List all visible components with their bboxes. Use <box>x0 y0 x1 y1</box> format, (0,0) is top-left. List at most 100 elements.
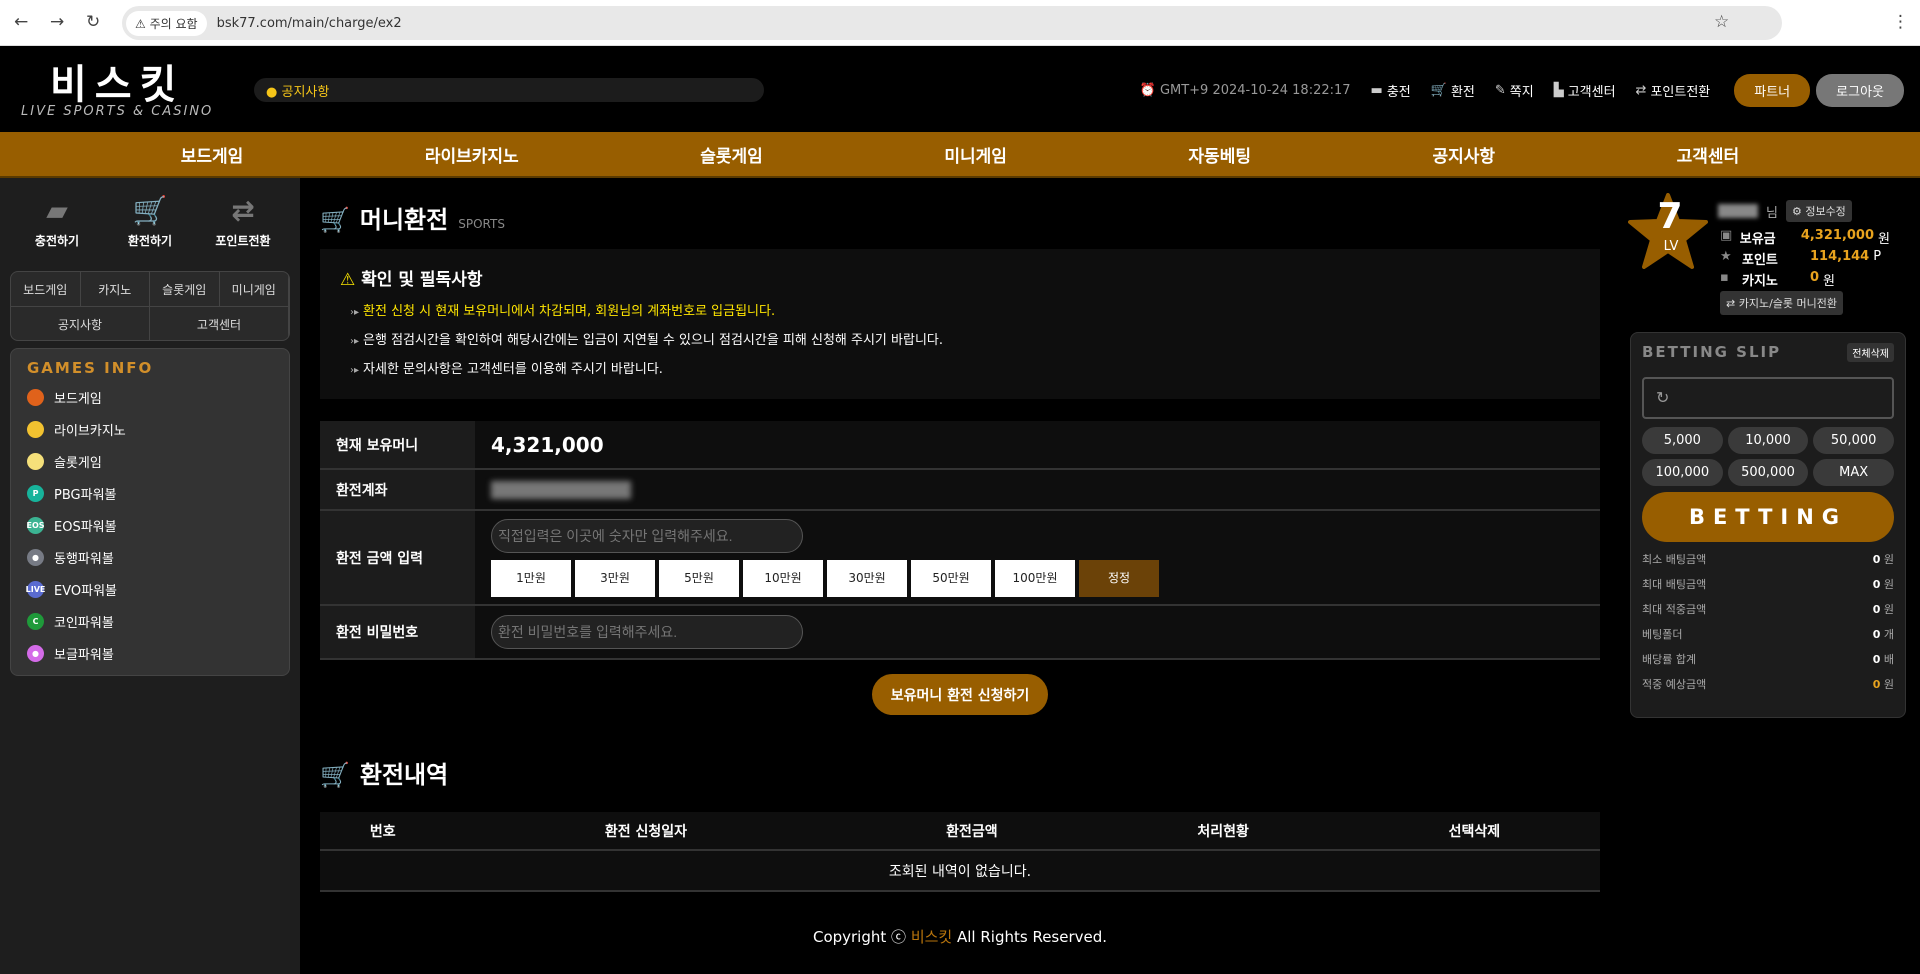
bet-chip-button[interactable]: 10,000 <box>1727 427 1809 454</box>
game-icon <box>27 388 44 406</box>
game-item[interactable]: LIVE EVO파워볼 <box>11 573 289 605</box>
summary-label: 베팅폴더 <box>1642 628 1683 641</box>
game-item[interactable]: ● 동행파워볼 <box>11 541 289 573</box>
header-link-message[interactable]: ✎ 쪽지 <box>1495 81 1534 100</box>
summary-value: 0 배 <box>1873 651 1894 667</box>
summary-unit: 개 <box>1883 628 1894 641</box>
reload-button[interactable]: ↻ <box>86 12 100 32</box>
reset-amount-button[interactable]: 정정 <box>1079 559 1159 597</box>
wallet-icon: ▰ <box>46 194 68 227</box>
quick-exchange[interactable]: 🛒 환전하기 <box>105 194 195 249</box>
game-label: 보글파워볼 <box>54 647 114 663</box>
clear-all-button[interactable]: 전체삭제 <box>1847 343 1894 362</box>
wallet-unit: 원 <box>1878 232 1890 247</box>
address-bar[interactable]: ⚠ 주의 요함 bsk77.com/main/charge/ex2 <box>122 6 1782 40</box>
wallet-value: 0 <box>1810 270 1820 285</box>
bet-chip-button[interactable]: 50,000 <box>1813 427 1894 454</box>
header-link-support[interactable]: ▙ 고객센터 <box>1554 81 1616 100</box>
bet-chip-button[interactable]: 5,000 <box>1642 427 1723 454</box>
link-label: 고객센터 <box>1567 85 1616 100</box>
amount-label: 환전 금액 입력 <box>320 510 475 606</box>
site-logo[interactable]: 비스킷 <box>50 52 184 110</box>
nav-board[interactable]: 보드게임 <box>181 142 244 167</box>
quick-charge[interactable]: ▰ 충전하기 <box>12 194 102 249</box>
amount-button[interactable]: 30만원 <box>827 559 907 597</box>
amount-button[interactable]: 50만원 <box>911 559 991 597</box>
slip-amount-input[interactable]: ↻ <box>1642 377 1894 419</box>
betting-button[interactable]: BETTING <box>1642 492 1894 542</box>
link-label: 쪽지 <box>1509 85 1534 100</box>
user-line: 님 ⚙ 정보수정 <box>1718 200 1852 222</box>
wallet-label: 포인트 <box>1742 253 1778 268</box>
nav-notice[interactable]: 공지사항 <box>1433 142 1496 167</box>
refresh-icon[interactable]: ↻ <box>1656 388 1669 407</box>
header-link-charge[interactable]: ▬ 충전 <box>1371 81 1411 100</box>
notice-item: ›▸ 환전 신청 시 현재 보유머니에서 차감되며, 회원님의 계좌번호로 입금됩… <box>350 304 776 319</box>
summary-number: 0 <box>1872 603 1881 616</box>
wallet-balance: ▣ 보유금 4,321,000 원 <box>1720 228 1890 247</box>
wallet-icon: ▪ <box>1720 270 1729 285</box>
cart-icon: 🛒 <box>320 206 350 234</box>
logout-button[interactable]: 로그아웃 <box>1816 74 1904 107</box>
sidebar-tab-notice[interactable]: 공지사항 <box>11 307 150 340</box>
game-item[interactable]: EOS EOS파워볼 <box>11 509 289 541</box>
amount-input[interactable] <box>491 518 803 553</box>
sidebar-tab-slot[interactable]: 슬롯게임 <box>150 272 220 307</box>
sidebar-tab-support[interactable]: 고객센터 <box>150 307 289 340</box>
amount-button[interactable]: 10만원 <box>743 559 823 597</box>
bet-chip-button[interactable]: 500,000 <box>1727 459 1809 486</box>
history-table: 번호 환전 신청일자 환전금액 처리현황 선택삭제 조회된 내역이 없습니다. <box>320 812 1600 892</box>
partner-button[interactable]: 파트너 <box>1734 74 1811 107</box>
wallet-unit: P <box>1873 249 1882 264</box>
amount-button[interactable]: 1만원 <box>491 559 571 597</box>
summary-number: 0 <box>1872 553 1881 566</box>
money-icon: ▣ <box>1720 228 1733 243</box>
summary-value: 0 개 <box>1873 626 1894 642</box>
edit-profile-button[interactable]: ⚙ 정보수정 <box>1785 200 1852 222</box>
amount-button[interactable]: 100만원 <box>995 559 1075 597</box>
header-link-point[interactable]: ⇄ 포인트전환 <box>1636 81 1711 100</box>
wallet-icon: ▬ <box>1370 83 1383 98</box>
sidebar-tab-mini[interactable]: 미니게임 <box>219 272 289 307</box>
bet-chip-button[interactable]: 100,000 <box>1642 459 1723 486</box>
nav-mini[interactable]: 미니게임 <box>944 142 1007 167</box>
slip-summary-row: 배당률 합계 0 배 <box>1642 651 1894 667</box>
game-label: EOS파워볼 <box>54 519 117 535</box>
url-text[interactable]: bsk77.com/main/charge/ex2 <box>217 16 402 31</box>
game-item[interactable]: 보드게임 <box>11 381 289 413</box>
casino-money-convert-button[interactable]: ⇄ 카지노/슬롯 머니전환 <box>1720 291 1843 315</box>
game-label: 라이브카지노 <box>54 423 126 439</box>
summary-value: 0 원 <box>1873 576 1894 592</box>
bookmark-star-icon[interactable]: ☆ <box>1714 12 1729 32</box>
password-input[interactable] <box>491 615 803 649</box>
game-item[interactable]: ● 보글파워볼 <box>11 637 289 669</box>
game-item[interactable]: 슬롯게임 <box>11 445 289 477</box>
sidebar-tab-board[interactable]: 보드게임 <box>11 272 81 307</box>
nav-support[interactable]: 고객센터 <box>1677 142 1740 167</box>
game-item[interactable]: P PBG파워볼 <box>11 477 289 509</box>
nav-live-casino[interactable]: 라이브카지노 <box>425 142 519 167</box>
link-label: 충전 <box>1386 85 1411 100</box>
wallet-casino: ▪ 카지노 0 원 <box>1720 270 1890 289</box>
nav-auto-bet[interactable]: 자동베팅 <box>1188 142 1251 167</box>
amount-button[interactable]: 3만원 <box>575 559 655 597</box>
notice-ticker[interactable]: ● 공지사항 <box>254 78 764 102</box>
back-button[interactable]: ← <box>14 12 28 32</box>
nav-slot[interactable]: 슬롯게임 <box>700 142 763 167</box>
game-item[interactable]: C 코인파워볼 <box>11 605 289 637</box>
sidebar-tab-casino[interactable]: 카지노 <box>80 272 150 307</box>
forward-button[interactable]: → <box>50 12 64 32</box>
slip-summary-row: 최소 배팅금액 0 원 <box>1642 551 1894 567</box>
quick-point[interactable]: ⇄ 포인트전환 <box>198 194 288 249</box>
col-status: 처리현황 <box>1097 812 1349 851</box>
game-item[interactable]: 라이브카지노 <box>11 413 289 445</box>
link-label: 포인트전환 <box>1650 85 1711 100</box>
bet-chip-button[interactable]: MAX <box>1813 459 1894 486</box>
browser-toolbar: ← → ↻ ⚠ 주의 요함 bsk77.com/main/charge/ex2 … <box>0 0 1920 46</box>
header-link-exchange[interactable]: 🛒 환전 <box>1431 81 1475 100</box>
browser-menu-icon[interactable]: ⋮ <box>1892 12 1909 32</box>
security-warning-chip[interactable]: ⚠ 주의 요함 <box>126 10 207 36</box>
notice-box: ⚠ 확인 및 필독사항 ›▸ 환전 신청 시 현재 보유머니에서 차감되며, 회원… <box>320 249 1600 399</box>
submit-exchange-button[interactable]: 보유머니 환전 신청하기 <box>872 674 1048 715</box>
amount-button[interactable]: 5만원 <box>659 559 739 597</box>
